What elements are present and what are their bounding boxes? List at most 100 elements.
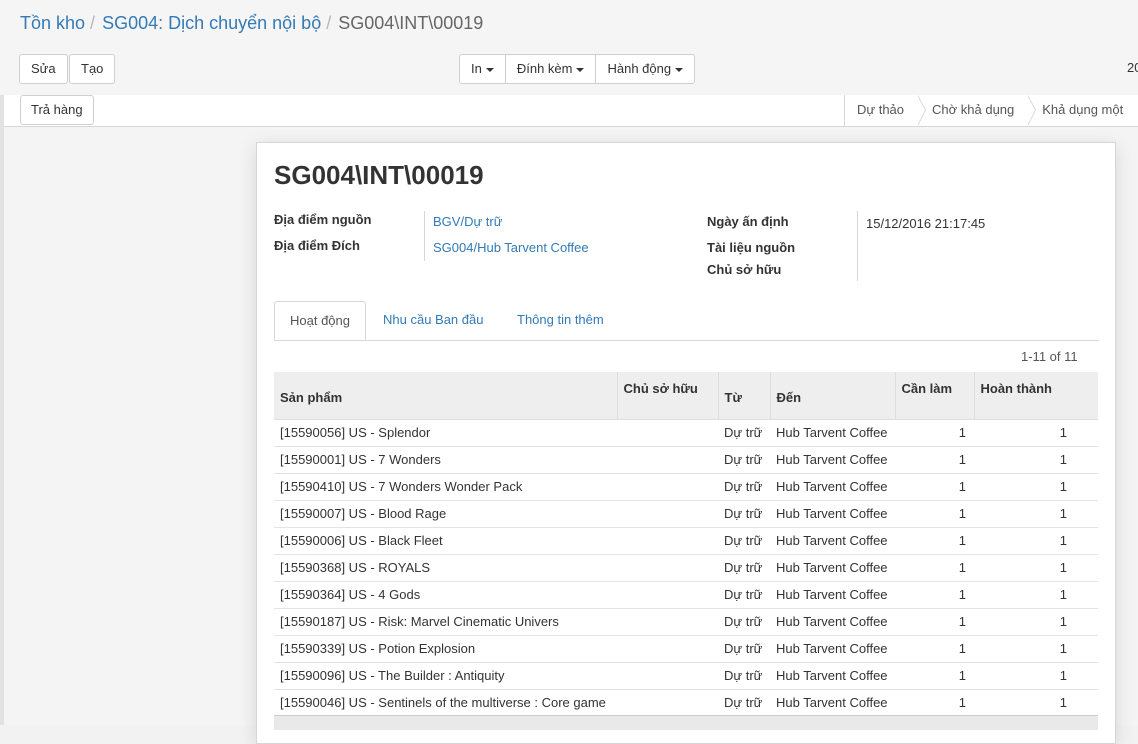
- column-header-owner[interactable]: Chủ sở hữu: [616, 372, 718, 420]
- todo-quantity-cell: 1: [895, 608, 974, 636]
- owner-cell: [617, 527, 718, 555]
- from-location-cell: Dự trữ: [718, 500, 770, 528]
- breadcrumb-separator: /: [326, 13, 332, 33]
- caret-down-icon: [675, 67, 684, 72]
- notebook-tabs: Hoạt động Nhu cầu Ban đầu Thông tin thêm: [274, 301, 1099, 341]
- tab-operations[interactable]: Hoạt động: [274, 301, 366, 340]
- product-cell: [15590007] US - Blood Rage: [274, 500, 617, 528]
- column-header-done[interactable]: Hoàn thành: [973, 372, 1098, 420]
- product-cell: [15590368] US - ROYALS: [274, 554, 617, 582]
- stage-arrow: [1027, 95, 1037, 126]
- done-quantity-cell: 1: [974, 635, 1098, 663]
- todo-quantity-cell: 1: [895, 689, 974, 717]
- table-row[interactable]: [15590339] US - Potion Explosion Dự trữ Hu…: [274, 635, 1098, 663]
- todo-quantity-cell: 1: [895, 419, 974, 447]
- done-quantity-cell: 1: [974, 689, 1098, 717]
- breadcrumb-internal-transfers-link[interactable]: SG004: Dịch chuyển nội bộ: [102, 13, 321, 33]
- from-location-cell: Dự trữ: [718, 689, 770, 717]
- column-header-product[interactable]: Sản phẩm: [274, 372, 617, 420]
- from-location-cell: Dự trữ: [718, 419, 770, 447]
- tab-initial-demand[interactable]: Nhu cầu Ban đầu: [368, 301, 498, 340]
- table-row[interactable]: [15590007] US - Blood Rage Dự trữ Hub Tarv…: [274, 500, 1098, 528]
- action-dropdown-button[interactable]: Hành động: [595, 54, 696, 84]
- destination-location-label: Địa điểm Đích: [274, 238, 360, 253]
- create-button[interactable]: Tạo: [69, 54, 116, 84]
- attachment-dropdown-button[interactable]: Đính kèm: [504, 54, 597, 84]
- edit-button[interactable]: Sửa: [19, 54, 68, 84]
- status-stages: Dự thảo Chờ khả dụng Khả dụng một: [844, 95, 1137, 126]
- from-location-cell: Dự trữ: [718, 635, 770, 663]
- control-panel: Tồn kho / SG004: Dịch chuyển nội bộ / SG004\…: [0, 0, 1138, 96]
- owner-cell: [617, 473, 718, 501]
- product-cell: [15590096] US - The Builder : Antiquity: [274, 662, 617, 690]
- field-divider: [424, 211, 425, 261]
- table-row[interactable]: [15590046] US - Sentinels of the multive…: [274, 689, 1098, 717]
- field-divider: [857, 211, 858, 281]
- to-location-cell: Hub Tarvent Coffee: [770, 635, 895, 663]
- source-document-label: Tài liệu nguồn: [707, 240, 796, 255]
- source-location-label: Địa điểm nguồn: [274, 212, 372, 227]
- from-location-cell: Dự trữ: [718, 554, 770, 582]
- table-row[interactable]: [15590006] US - Black Fleet Dự trữ Hub Tar…: [274, 527, 1098, 555]
- owner-cell: [617, 689, 718, 717]
- stage-partially-available[interactable]: Khả dụng một: [1028, 95, 1137, 126]
- caret-down-icon: [576, 67, 585, 72]
- table-row[interactable]: [15590410] US - 7 Wonders Wonder Pack Dự …: [274, 473, 1098, 501]
- product-cell: [15590339] US - Potion Explosion: [274, 635, 617, 663]
- owner-cell: [617, 419, 718, 447]
- owner-cell: [617, 635, 718, 663]
- done-quantity-cell: 1: [974, 608, 1098, 636]
- source-location-link[interactable]: BGV/Dự trữ: [433, 214, 502, 229]
- stage-waiting-availability[interactable]: Chờ khả dụng: [918, 95, 1037, 126]
- from-location-cell: Dự trữ: [718, 608, 770, 636]
- from-location-cell: Dự trữ: [718, 473, 770, 501]
- product-cell: [15590001] US - 7 Wonders: [274, 446, 617, 474]
- tab-additional-info[interactable]: Thông tin thêm: [502, 301, 619, 340]
- column-header-todo[interactable]: Cần làm: [894, 372, 974, 420]
- done-quantity-cell: 1: [974, 446, 1098, 474]
- to-location-cell: Hub Tarvent Coffee: [770, 527, 895, 555]
- list-pager-count[interactable]: 1-11 of 11: [1021, 349, 1078, 364]
- done-quantity-cell: 1: [974, 662, 1098, 690]
- done-quantity-cell: 1: [974, 500, 1098, 528]
- stage-label: Dự thảo: [857, 102, 905, 117]
- to-location-cell: Hub Tarvent Coffee: [770, 446, 895, 474]
- print-dropdown-button[interactable]: In: [459, 54, 506, 84]
- destination-location-link[interactable]: SG004/Hub Tarvent Coffee: [433, 240, 589, 255]
- form-statusbar: Trả hàng Dự thảo Chờ khả dụng Khả dụng m…: [4, 95, 1138, 127]
- todo-quantity-cell: 1: [895, 473, 974, 501]
- to-location-cell: Hub Tarvent Coffee: [770, 500, 895, 528]
- breadcrumb-inventory-link[interactable]: Tồn kho: [20, 13, 85, 33]
- column-header-to[interactable]: Đến: [769, 372, 895, 420]
- product-cell: [15590006] US - Black Fleet: [274, 527, 617, 555]
- owner-cell: [617, 662, 718, 690]
- table-row[interactable]: [15590364] US - 4 Gods Dự trữ Hub Tarvent …: [274, 581, 1098, 609]
- action-label: Hành động: [607, 61, 672, 76]
- table-row[interactable]: [15590096] US - The Builder : Antiquity D…: [274, 662, 1098, 690]
- stage-draft[interactable]: Dự thảo: [845, 95, 927, 126]
- table-row[interactable]: [15590368] US - ROYALS Dự trữ Hub Tarvent …: [274, 554, 1098, 582]
- to-location-cell: Hub Tarvent Coffee: [770, 473, 895, 501]
- column-header-from[interactable]: Từ: [717, 372, 770, 420]
- table-row[interactable]: [15590056] US - Splendor Dự trữ Hub Tarven…: [274, 419, 1098, 447]
- table-row[interactable]: [15590187] US - Risk: Marvel Cinematic U…: [274, 608, 1098, 636]
- form-sheet: SG004\INT\00019 Địa điểm nguồn BGV/Dự tr…: [256, 142, 1116, 744]
- todo-quantity-cell: 1: [895, 500, 974, 528]
- done-quantity-cell: 1: [974, 473, 1098, 501]
- todo-quantity-cell: 1: [895, 581, 974, 609]
- product-cell: [15590056] US - Splendor: [274, 419, 617, 447]
- return-button[interactable]: Trả hàng: [20, 95, 94, 125]
- owner-cell: [617, 608, 718, 636]
- record-pager-value[interactable]: 20: [1127, 60, 1138, 75]
- from-location-cell: Dự trữ: [718, 446, 770, 474]
- product-cell: [15590410] US - 7 Wonders Wonder Pack: [274, 473, 617, 501]
- done-quantity-cell: 1: [974, 581, 1098, 609]
- table-header-row: Sản phẩm Chủ sở hữu Từ Đến Cần làm Hoàn …: [274, 372, 1098, 420]
- record-title: SG004\INT\00019: [274, 160, 484, 190]
- print-label: In: [471, 61, 482, 76]
- to-location-cell: Hub Tarvent Coffee: [770, 662, 895, 690]
- table-row[interactable]: [15590001] US - 7 Wonders Dự trữ Hub Tarve…: [274, 446, 1098, 474]
- owner-cell: [617, 500, 718, 528]
- to-location-cell: Hub Tarvent Coffee: [770, 689, 895, 717]
- owner-cell: [617, 581, 718, 609]
